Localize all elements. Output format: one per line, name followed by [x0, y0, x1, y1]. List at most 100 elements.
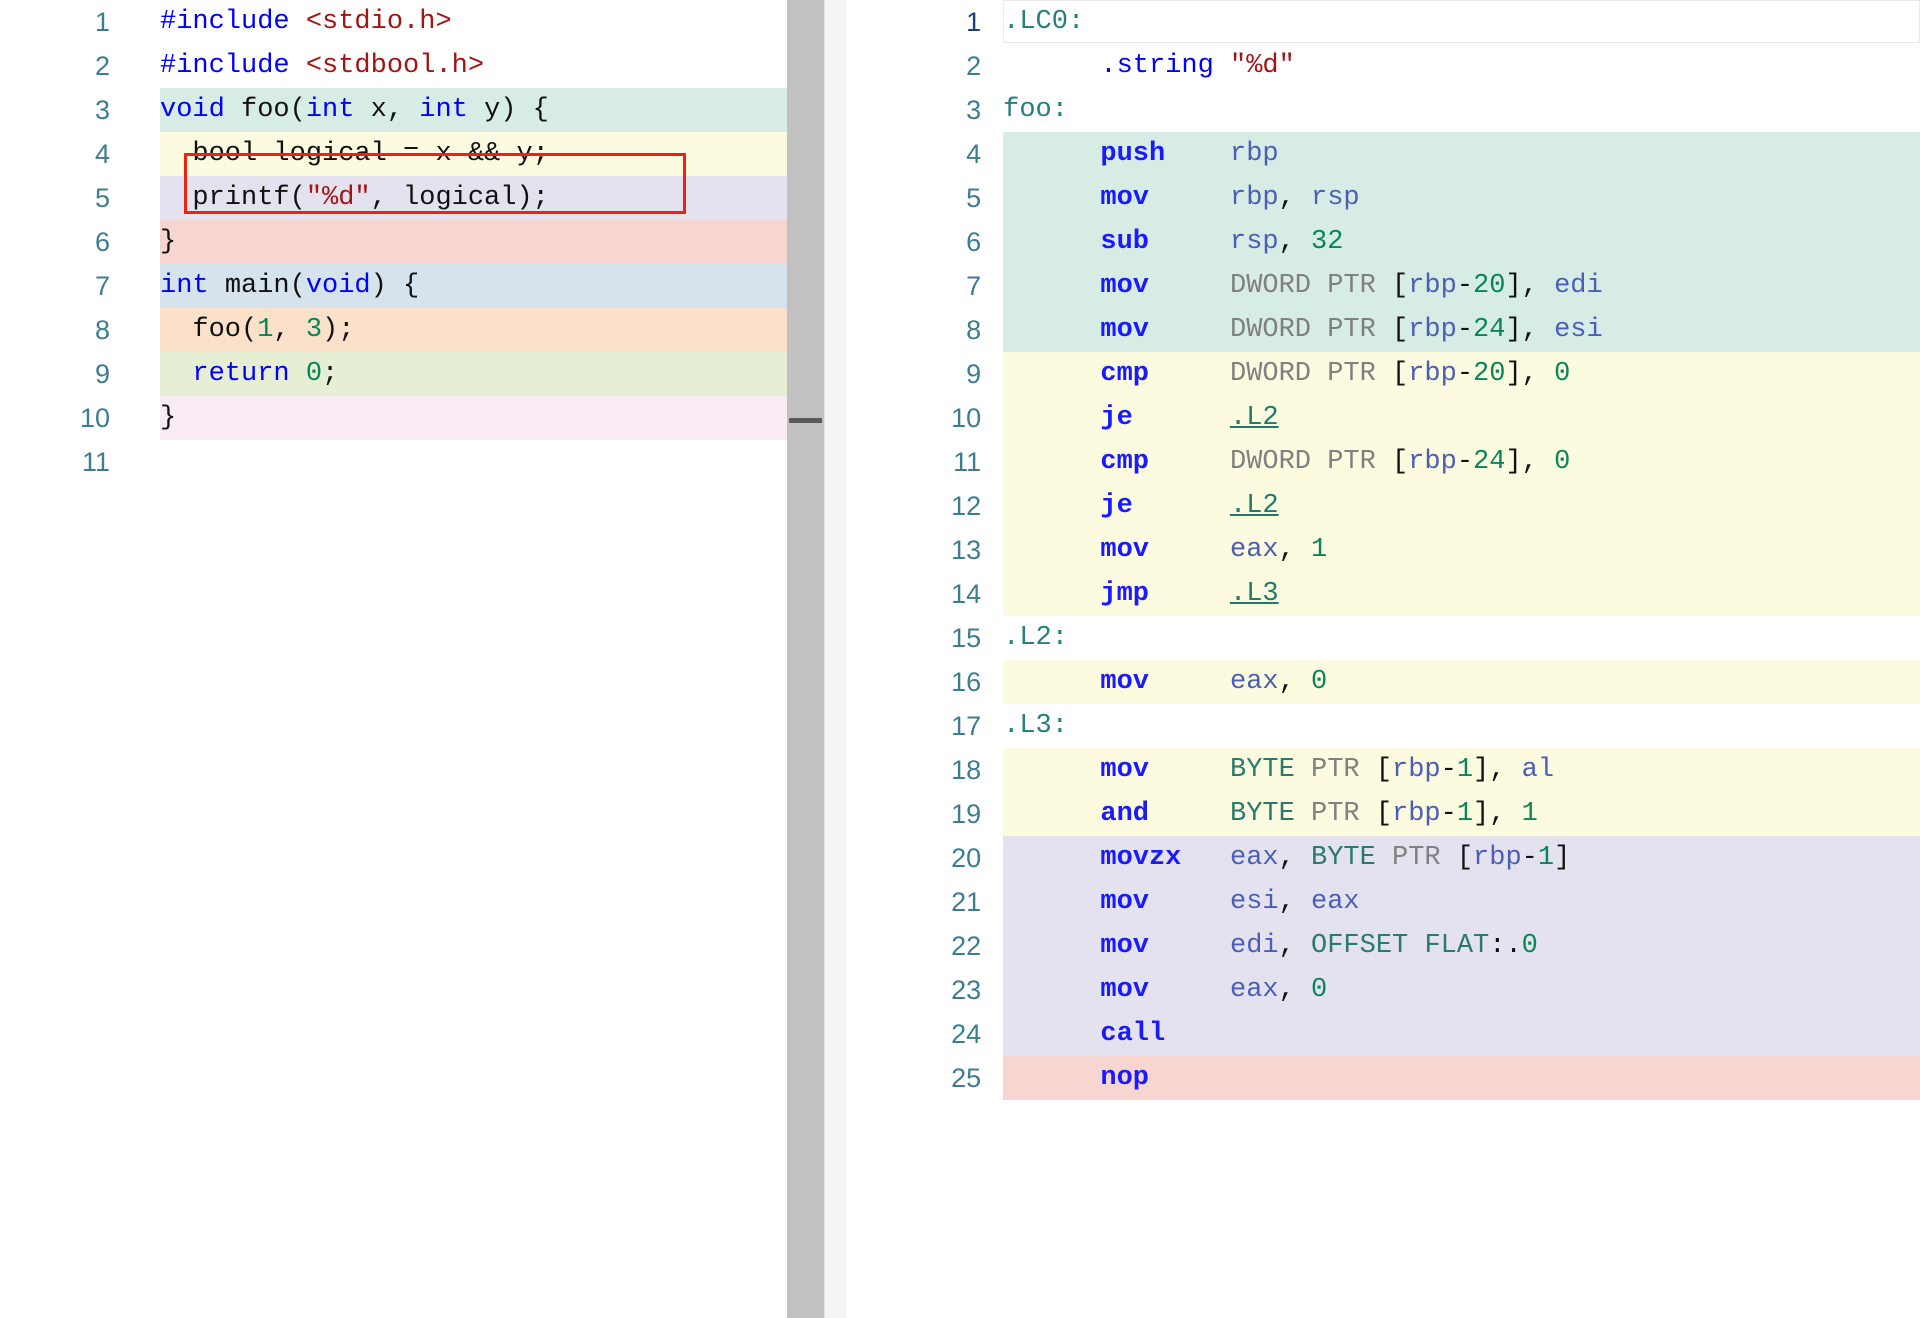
pane-splitter[interactable]	[787, 0, 825, 1318]
asm-mnemonic: mov	[1100, 667, 1149, 697]
asm-mnemonic: mov	[1100, 931, 1149, 961]
asm-line[interactable]: 11 cmp DWORD PTR [rbp-24], 0	[846, 440, 1920, 484]
line-number: 9	[866, 352, 982, 396]
line-number: 6	[0, 220, 110, 264]
asm-operands: eax, BYTE PTR [rbp-1]	[1230, 843, 1571, 873]
asm-line[interactable]: 10 je .L2	[846, 396, 1920, 440]
source-line[interactable]: 9 return 0;	[0, 352, 788, 396]
line-number: 3	[866, 88, 982, 132]
asm-operands: eax, 0	[1230, 975, 1328, 1005]
asm-line[interactable]: 2 .string "%d"	[846, 44, 1920, 88]
source-line[interactable]: 8 foo(1, 3);	[0, 308, 788, 352]
line-content: .LC0:	[1003, 0, 1084, 44]
line-content: sub rsp, 32	[1003, 220, 1343, 264]
line-number: 4	[0, 132, 110, 176]
line-content: mov BYTE PTR [rbp-1], al	[1003, 748, 1554, 792]
source-line[interactable]: 4 bool logical = x && y;	[0, 132, 788, 176]
asm-operands: BYTE PTR [rbp-1], 1	[1230, 799, 1538, 829]
line-content: push rbp	[1003, 132, 1278, 176]
source-line[interactable]: 2 #include <stdbool.h>	[0, 44, 788, 88]
assembly-output-pane[interactable]: 1 .LC0: 2 .string "%d" 3 foo: 4 push rbp 5 mov…	[846, 0, 1920, 1318]
line-number: 4	[866, 132, 982, 176]
asm-mnemonic: call	[1100, 1019, 1166, 1049]
asm-line[interactable]: 17 .L3:	[846, 704, 1920, 748]
asm-line[interactable]: 9 cmp DWORD PTR [rbp-20], 0	[846, 352, 1920, 396]
line-content: }	[160, 403, 177, 433]
source-line[interactable]: 11	[0, 440, 788, 484]
source-code-rows: 1 #include <stdio.h> 2 #include <stdbool.h>…	[0, 0, 788, 484]
source-line[interactable]: 3 void foo(int x, int y) {	[0, 88, 788, 132]
asm-line[interactable]: 3 foo:	[846, 88, 1920, 132]
line-content: #include <stdbool.h>	[160, 51, 485, 81]
asm-mnemonic: movzx	[1100, 843, 1182, 873]
asm-mnemonic: je	[1100, 491, 1133, 521]
line-content: printf("%d", logical);	[192, 183, 549, 213]
asm-mnemonic: jmp	[1100, 579, 1149, 609]
line-highlight-band	[160, 396, 788, 440]
asm-line[interactable]: 5 mov rbp, rsp	[846, 176, 1920, 220]
editor-workspace: 1 #include <stdio.h> 2 #include <stdbool.h>…	[0, 0, 1920, 1318]
asm-line[interactable]: 25 nop	[846, 1056, 1920, 1100]
line-number: 11	[0, 440, 110, 484]
asm-operands: edi, OFFSET FLAT:.0	[1230, 931, 1538, 961]
line-content: and BYTE PTR [rbp-1], 1	[1003, 792, 1538, 836]
source-line[interactable]: 7 int main(void) {	[0, 264, 788, 308]
line-number: 2	[866, 44, 982, 88]
line-number: 3	[0, 88, 110, 132]
asm-line[interactable]: 24 call	[846, 1012, 1920, 1056]
source-line[interactable]: 1 #include <stdio.h>	[0, 0, 788, 44]
asm-mnemonic: push	[1100, 139, 1166, 169]
asm-mnemonic: and	[1100, 799, 1149, 829]
asm-line[interactable]: 15 .L2:	[846, 616, 1920, 660]
line-number: 7	[866, 264, 982, 308]
asm-mnemonic: mov	[1100, 183, 1149, 213]
asm-line[interactable]: 16 mov eax, 0	[846, 660, 1920, 704]
asm-label: .LC0:	[1003, 7, 1085, 37]
asm-mnemonic: mov	[1100, 271, 1149, 301]
line-content: jmp .L3	[1003, 572, 1278, 616]
asm-line[interactable]: 18 mov BYTE PTR [rbp-1], al	[846, 748, 1920, 792]
line-content: mov esi, eax	[1003, 880, 1359, 924]
line-number: 1	[866, 0, 982, 44]
line-content: mov DWORD PTR [rbp-20], edi	[1003, 264, 1602, 308]
asm-line[interactable]: 4 push rbp	[846, 132, 1920, 176]
line-number: 5	[866, 176, 982, 220]
line-number: 12	[866, 484, 982, 528]
asm-line[interactable]: 6 sub rsp, 32	[846, 220, 1920, 264]
line-content: mov eax, 0	[1003, 660, 1327, 704]
asm-line[interactable]: 8 mov DWORD PTR [rbp-24], esi	[846, 308, 1920, 352]
line-content: nop	[1003, 1056, 1230, 1100]
asm-line[interactable]: 14 jmp .L3	[846, 572, 1920, 616]
line-content: #include <stdio.h>	[160, 7, 452, 37]
line-content: foo(1, 3);	[192, 315, 355, 345]
line-content: bool logical = x && y;	[192, 139, 549, 169]
asm-line[interactable]: 19 and BYTE PTR [rbp-1], 1	[846, 792, 1920, 836]
line-number: 2	[0, 44, 110, 88]
source-line[interactable]: 10}	[0, 396, 788, 440]
asm-line[interactable]: 13 mov eax, 1	[846, 528, 1920, 572]
asm-line[interactable]: 7 mov DWORD PTR [rbp-20], edi	[846, 264, 1920, 308]
asm-operands: DWORD PTR [rbp-20], 0	[1230, 359, 1571, 389]
source-line[interactable]: 6}	[0, 220, 788, 264]
line-number: 19	[866, 792, 982, 836]
line-highlight-band	[160, 220, 788, 264]
asm-line[interactable]: 20 movzx eax, BYTE PTR [rbp-1]	[846, 836, 1920, 880]
asm-line[interactable]: 12 je .L2	[846, 484, 1920, 528]
source-line[interactable]: 5 printf("%d", logical);	[0, 176, 788, 220]
line-content: mov DWORD PTR [rbp-24], esi	[1003, 308, 1602, 352]
asm-line[interactable]: 22 mov edi, OFFSET FLAT:.0	[846, 924, 1920, 968]
line-number: 25	[866, 1056, 982, 1100]
line-number: 20	[866, 836, 982, 880]
line-content: je .L2	[1003, 484, 1278, 528]
line-content: mov rbp, rsp	[1003, 176, 1359, 220]
asm-line[interactable]: 1 .LC0:	[846, 0, 1920, 44]
asm-line[interactable]: 23 mov eax, 0	[846, 968, 1920, 1012]
splitter-handle-icon[interactable]	[789, 418, 823, 423]
line-content: mov eax, 1	[1003, 528, 1327, 572]
asm-operands: .L2	[1230, 491, 1279, 521]
source-code-pane[interactable]: 1 #include <stdio.h> 2 #include <stdbool.h>…	[0, 0, 788, 1318]
asm-operands: BYTE PTR [rbp-1], al	[1230, 755, 1555, 785]
line-number: 5	[0, 176, 110, 220]
asm-line[interactable]: 21 mov esi, eax	[846, 880, 1920, 924]
asm-operands: DWORD PTR [rbp-24], 0	[1230, 447, 1571, 477]
